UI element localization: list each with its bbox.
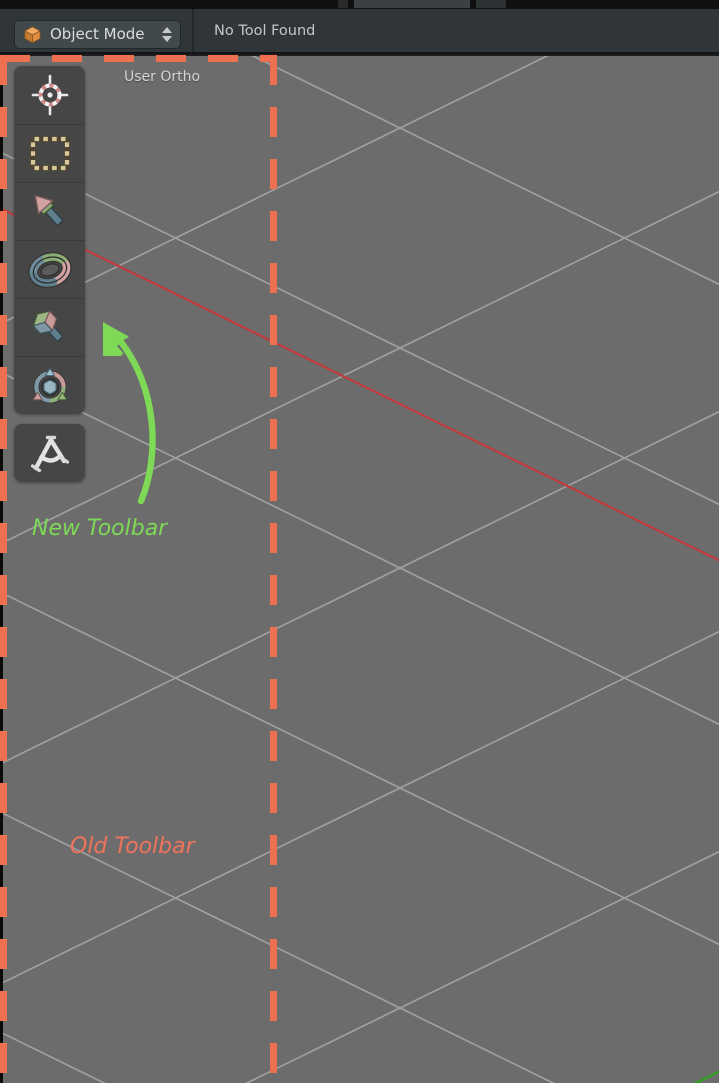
editor-tab-partial-main[interactable] — [354, 0, 470, 8]
chevron-down-icon — [162, 36, 172, 42]
cube-icon — [23, 25, 42, 44]
annotation-new-toolbar: New Toolbar — [32, 516, 168, 541]
editor-tab-partial-right[interactable] — [476, 0, 506, 8]
active-tool-status: No Tool Found — [214, 22, 316, 39]
annotation-dash-top — [0, 55, 277, 62]
object-mode-label: Object Mode — [50, 27, 145, 42]
header-divider — [192, 9, 194, 52]
viewport-header-bar: Object Mode No Tool Found — [0, 9, 719, 54]
blender-window: Object Mode No Tool Found User Ortho New… — [0, 0, 719, 1083]
annotation-dash-right — [270, 55, 277, 1083]
editor-tab-partial-left[interactable] — [338, 0, 348, 8]
updown-spinner-icon[interactable] — [162, 25, 172, 45]
chevron-up-icon — [162, 27, 172, 33]
object-mode-dropdown[interactable]: Object Mode — [14, 20, 181, 49]
annotation-dash-left — [0, 55, 7, 1083]
3d-viewport[interactable]: User Ortho — [0, 56, 719, 1083]
annotation-old-toolbar: Old Toolbar — [70, 834, 195, 859]
curved-arrow-icon — [103, 322, 156, 505]
editor-tab-strip — [0, 0, 719, 9]
